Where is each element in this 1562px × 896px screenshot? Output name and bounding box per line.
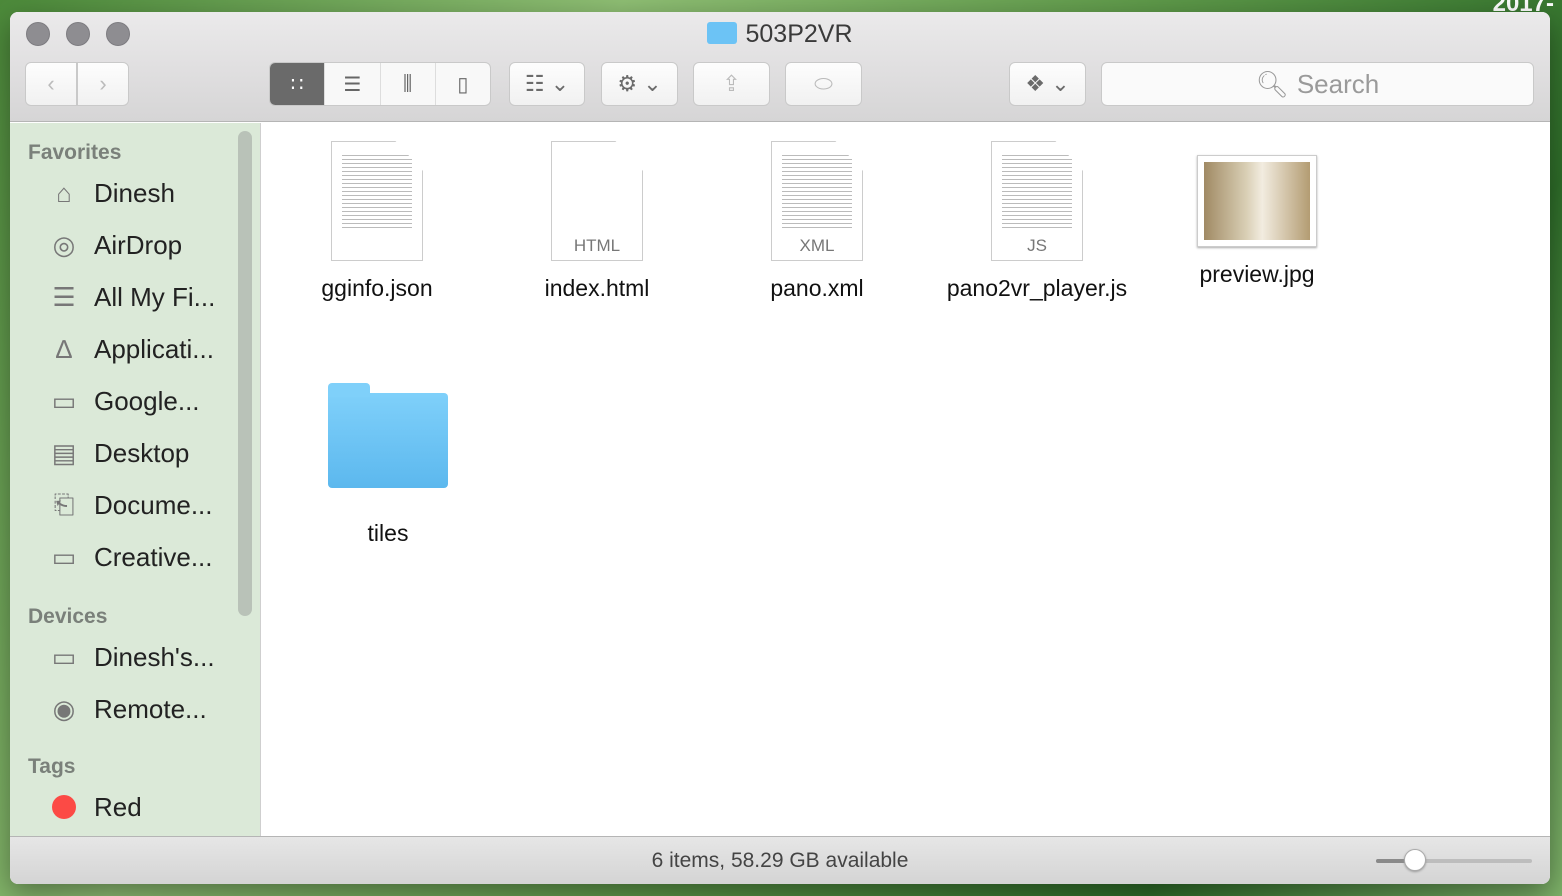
dropbox-icon: ❖ ⌄	[1025, 71, 1070, 96]
airdrop-icon: ◎	[52, 229, 76, 260]
applications-icon: ∆	[56, 333, 72, 364]
sidebar-item-label: Dinesh	[94, 177, 175, 208]
toolbar: 503P2VR ‹ › ∷ ☰ ⫼ ▯ ☷ ⌄ ⚙ ⌄ ⇪ ⬭ ❖ ⌄ 🔍︎ Se…	[10, 12, 1550, 122]
favorites-heading: Favorites	[28, 141, 122, 164]
file-pano2vr-player-js[interactable]: JS pano2vr_player.js	[927, 141, 1147, 302]
arrange-icon: ☷ ⌄	[524, 71, 570, 96]
sidebar-item-label: Google...	[94, 385, 200, 416]
slider-knob[interactable]	[1404, 849, 1426, 871]
sidebar-item-google[interactable]: ▭ Google...	[10, 375, 260, 427]
status-bar: 6 items, 58.29 GB available	[10, 836, 1550, 884]
file-ext: HTML	[573, 236, 621, 255]
search-icon: 🔍︎	[1255, 68, 1289, 99]
file-name: pano2vr_player.js	[946, 275, 1128, 301]
sidebar-item-desktop[interactable]: ▤ Desktop	[10, 427, 260, 479]
sidebar-item-tag-red[interactable]: Red	[10, 781, 260, 833]
sidebar-item-remote-disc[interactable]: ◉ Remote...	[10, 683, 260, 735]
folder-icon	[328, 383, 448, 488]
chevron-right-icon: ›	[99, 71, 107, 96]
sidebar-item-documents[interactable]: ⎗ Docume...	[10, 479, 260, 531]
window-title-text: 503P2VR	[745, 20, 853, 48]
file-gginfo-json[interactable]: gginfo.json	[267, 141, 487, 302]
file-pano-xml[interactable]: XML pano.xml	[707, 141, 927, 302]
red-tag-icon	[46, 792, 82, 822]
sidebar-item-label: All My Fi...	[94, 281, 216, 312]
list-view-button[interactable]: ☰	[325, 63, 381, 105]
image-thumbnail	[1197, 155, 1317, 247]
sidebar-item-all-my-files[interactable]: ☰ All My Fi...	[10, 271, 260, 323]
search-field[interactable]: 🔍︎ Search	[1101, 62, 1534, 106]
share-icon: ⇪	[722, 71, 741, 96]
icon-view-button[interactable]: ∷	[270, 63, 326, 105]
sidebar-item-creative[interactable]: ▭ Creative...	[10, 531, 260, 583]
folder-icon: ▭	[51, 385, 77, 416]
action-button[interactable]: ⚙ ⌄	[601, 62, 678, 106]
documents-icon: ⎗	[53, 489, 75, 519]
file-area: gginfo.json HTML index.html XML pano.xml J…	[262, 123, 1550, 836]
sidebar-item-label: Applicati...	[94, 333, 214, 364]
laptop-icon: ▭	[51, 641, 77, 672]
js-file-icon: JS	[991, 141, 1083, 261]
sidebar-item-label: AirDrop	[94, 229, 183, 260]
search-placeholder: Search	[1296, 68, 1380, 99]
xml-file-icon: XML	[771, 141, 863, 261]
tag-icon: ⬭	[814, 71, 833, 96]
devices-heading: Devices	[28, 605, 108, 628]
dropbox-button[interactable]: ❖ ⌄	[1009, 62, 1086, 106]
sidebar-item-dinesh[interactable]: ⌂ Dinesh	[10, 167, 260, 219]
column-view-button[interactable]: ⫼	[381, 63, 436, 105]
folder-icon	[707, 22, 738, 44]
disc-icon: ◉	[52, 693, 76, 724]
folder-icon: ▭	[51, 541, 77, 572]
tags-heading: Tags	[28, 755, 76, 778]
arrange-button[interactable]: ☷ ⌄	[509, 62, 585, 106]
file-ext: JS	[1027, 236, 1047, 255]
sidebar-item-label: Docume...	[94, 489, 213, 520]
share-button[interactable]: ⇪	[693, 62, 770, 106]
file-name: index.html	[544, 275, 650, 301]
sidebar-item-label: Red	[94, 791, 142, 822]
html-file-icon: HTML	[551, 141, 643, 261]
tags-button[interactable]: ⬭	[785, 62, 862, 106]
forward-button[interactable]: ›	[77, 62, 129, 106]
all-files-icon: ☰	[52, 281, 76, 312]
sidebar-item-label: Desktop	[94, 437, 190, 468]
gear-icon: ⚙ ⌄	[617, 71, 662, 96]
sidebar-item-airdrop[interactable]: ◎ AirDrop	[10, 219, 260, 271]
sidebar-item-label: Creative...	[94, 541, 213, 572]
sidebar-item-label: Dinesh's...	[94, 641, 215, 672]
sidebar-item-macbook[interactable]: ▭ Dinesh's...	[10, 631, 260, 683]
file-name: pano.xml	[770, 275, 864, 301]
home-icon: ⌂	[56, 177, 72, 208]
cover-flow-button[interactable]: ▯	[436, 63, 490, 105]
sidebar-item-label: Remote...	[94, 693, 207, 724]
chevron-left-icon: ‹	[47, 71, 55, 96]
sidebar-scrollbar[interactable]	[238, 131, 252, 616]
sidebar-item-applications[interactable]: ∆ Applicati...	[10, 323, 260, 375]
status-text: 6 items, 58.29 GB available	[651, 848, 909, 872]
file-ext: XML	[799, 236, 835, 255]
window-title: 503P2VR	[10, 20, 1550, 49]
file-name: preview.jpg	[1199, 261, 1315, 287]
back-button[interactable]: ‹	[25, 62, 77, 106]
file-name: gginfo.json	[321, 275, 433, 301]
file-index-html[interactable]: HTML index.html	[487, 141, 707, 302]
view-mode-control: ∷ ☰ ⫼ ▯	[269, 62, 491, 106]
document-icon	[331, 141, 423, 261]
finder-window: 503P2VR ‹ › ∷ ☰ ⫼ ▯ ☷ ⌄ ⚙ ⌄ ⇪ ⬭ ❖ ⌄ 🔍︎ Se…	[10, 12, 1550, 884]
file-preview-jpg[interactable]: preview.jpg	[1147, 141, 1367, 288]
icon-size-slider[interactable]	[1376, 849, 1532, 871]
folder-tiles[interactable]: tiles	[278, 383, 498, 547]
desktop-icon: ▤	[51, 437, 77, 468]
sidebar: Favorites ⌂ Dinesh ◎ AirDrop ☰ All My Fi...…	[10, 123, 261, 836]
file-name: tiles	[367, 520, 409, 546]
